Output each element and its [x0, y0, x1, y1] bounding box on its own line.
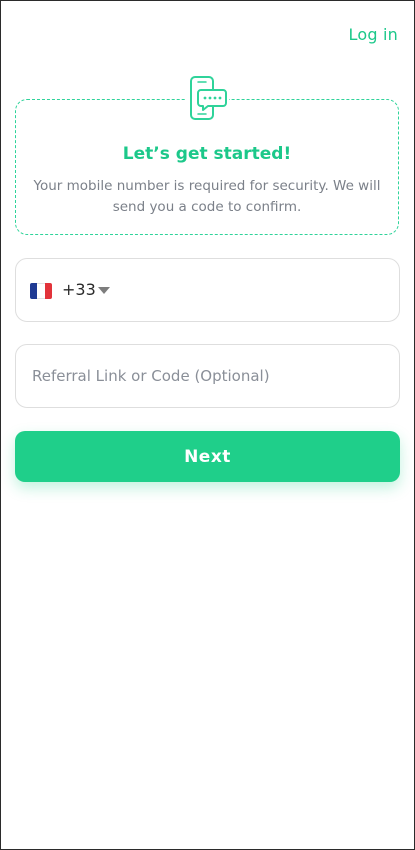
login-link[interactable]: Log in [349, 25, 398, 44]
dial-code: +33 [62, 280, 96, 299]
card-description: Your mobile number is required for secur… [33, 178, 381, 215]
phone-message-icon [185, 74, 229, 124]
country-code-selector[interactable]: +33 [15, 258, 400, 322]
referral-code-input[interactable] [15, 344, 400, 408]
caret-down-icon[interactable] [98, 287, 110, 294]
info-card: Let’s get started! Your mobile number is… [15, 74, 399, 235]
next-button[interactable]: Next [15, 431, 400, 482]
signup-screen: Log in Let’s get started! Your mobile nu… [0, 0, 415, 850]
france-flag-icon [30, 283, 52, 299]
card-title: Let’s get started! [122, 144, 292, 164]
